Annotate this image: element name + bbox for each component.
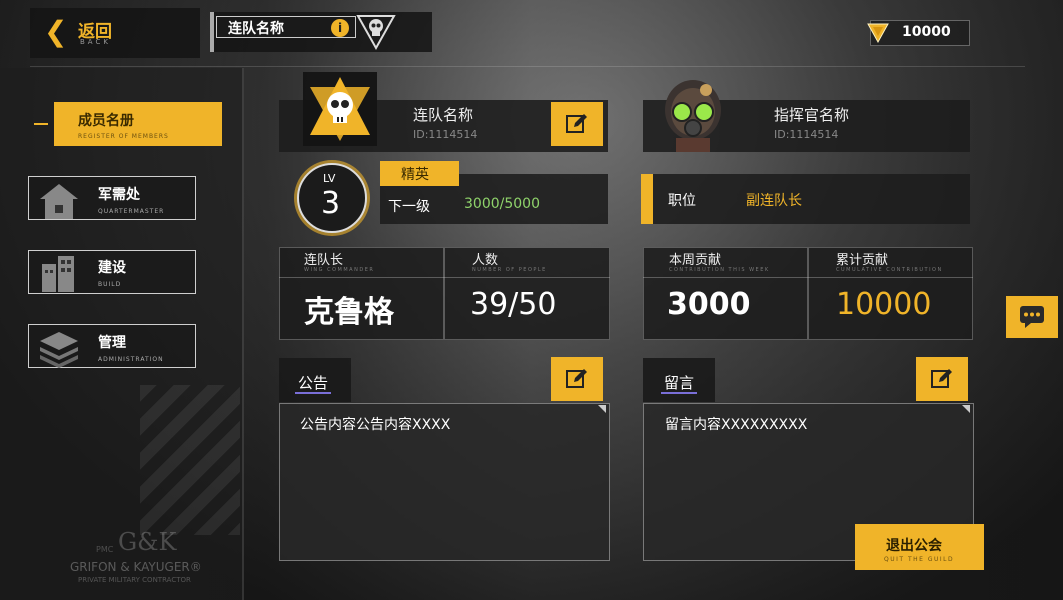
position-label: 职位: [668, 193, 696, 209]
back-sub-label: BACK: [80, 38, 111, 46]
leader-sub: WING COMMANDER: [304, 267, 375, 273]
edit-icon: [566, 114, 587, 133]
watermark-subtext: PRIVATE MILITARY CONTRACTOR: [78, 576, 191, 584]
members-label: 人数: [472, 253, 499, 268]
announcement-label: 公告: [298, 374, 329, 392]
edit-message-button[interactable]: [916, 357, 968, 401]
watermark-chevrons: [140, 385, 240, 535]
sidebar-item-sub: ADMINISTRATION: [98, 356, 164, 363]
commander-name: 指挥官名称: [774, 106, 850, 124]
edit-team-button[interactable]: [551, 102, 603, 146]
watermark-text: GRIFON & KAYUGER®: [70, 560, 202, 574]
announcement-underline: [295, 392, 331, 394]
edit-announcement-button[interactable]: [551, 357, 603, 401]
message-text: 留言内容XXXXXXXXX: [665, 417, 808, 433]
info-icon[interactable]: i: [331, 19, 349, 37]
total-sub: CUMULATIVE CONTRIBUTION: [836, 267, 943, 273]
watermark-logo: G&K: [118, 528, 177, 556]
chat-button[interactable]: [1006, 296, 1058, 338]
quit-label: 退出公会: [886, 538, 942, 554]
stats-divider: [279, 277, 610, 278]
leader-value: 克鲁格: [304, 295, 394, 330]
total-label: 累计贡献: [836, 253, 889, 268]
team-id: ID:1114514: [413, 128, 478, 141]
members-sub: NUMBER OF PEOPLE: [472, 267, 547, 273]
sidebar-item-label: 建设: [98, 260, 126, 276]
sidebar-item-label: 管理: [98, 335, 126, 351]
rank-label: 精英: [401, 167, 429, 183]
building-icon: [42, 256, 74, 292]
contrib-divider: [643, 277, 973, 278]
level-label: LV: [323, 172, 336, 185]
active-indicator: [34, 123, 48, 125]
quit-sub: QUIT THE GUILD: [884, 556, 955, 563]
announcement-text: 公告内容公告内容XXXX: [300, 417, 451, 433]
corner-marker: [598, 405, 606, 413]
house-icon: [40, 184, 78, 219]
position-value: 副连队长: [746, 193, 802, 209]
weekly-label: 本周贡献: [669, 253, 722, 268]
back-arrow-icon[interactable]: ❮: [44, 18, 67, 46]
members-value: 39/50: [470, 287, 557, 322]
weekly-sub: CONTRIBUTION THIS WEEK: [669, 267, 770, 273]
sidebar-item-sub: QUARTERMASTER: [98, 208, 165, 215]
sidebar-item-label: 成员名册: [78, 113, 134, 129]
team-skull-emblem-icon: [310, 77, 370, 141]
page-title: 连队名称: [228, 21, 284, 37]
sidebar-item-sub: REGISTER OF MEMBERS: [78, 133, 169, 140]
message-label: 留言: [664, 374, 695, 392]
leader-label: 连队长: [304, 253, 344, 268]
skull-emblem-icon: [356, 15, 396, 51]
header-divider: [30, 66, 1025, 67]
level-progress: 3000/5000: [464, 196, 540, 212]
commander-avatar: [665, 80, 721, 152]
sidebar-item-sub: BUILD: [98, 281, 122, 288]
sidebar-item-label: 军需处: [98, 187, 140, 203]
commander-id: ID:1114514: [774, 128, 839, 141]
corner-marker: [962, 405, 970, 413]
total-value: 10000: [836, 287, 932, 322]
edit-icon: [566, 369, 587, 388]
edit-icon: [931, 369, 952, 388]
weekly-value: 3000: [667, 287, 751, 322]
message-underline: [661, 392, 697, 394]
layers-icon: [40, 332, 78, 368]
watermark-prefix: PMC: [96, 545, 114, 554]
next-level-label: 下一级: [388, 199, 430, 215]
team-name: 连队名称: [413, 106, 474, 124]
level-value: 3: [321, 186, 341, 221]
currency-value: 10000: [902, 24, 951, 40]
currency-icon: [867, 23, 889, 44]
chat-icon: [1020, 306, 1044, 328]
